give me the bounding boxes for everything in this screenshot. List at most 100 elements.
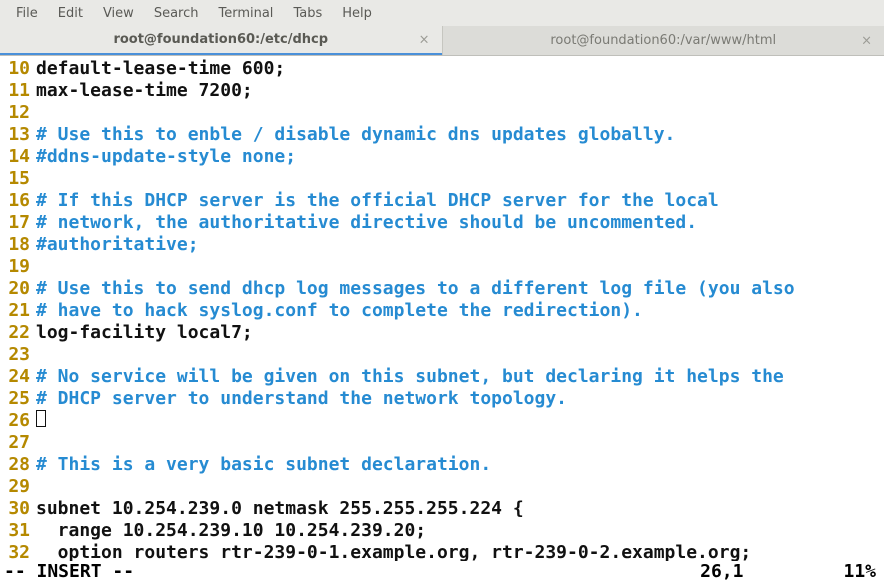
code-content: # No service will be given on this subne… bbox=[36, 366, 884, 388]
comment-text: #authoritative; bbox=[36, 234, 199, 255]
menu-help[interactable]: Help bbox=[332, 2, 382, 25]
code-text: option routers rtr-239-0-1.example.org, … bbox=[36, 542, 751, 563]
code-text: subnet 10.254.239.0 netmask 255.255.255.… bbox=[36, 498, 524, 519]
tab-var-www-html[interactable]: root@foundation60:/var/www/html × bbox=[443, 26, 884, 55]
line-number: 11 bbox=[0, 80, 36, 102]
code-line: 12 bbox=[0, 102, 884, 124]
menu-view[interactable]: View bbox=[93, 2, 144, 25]
code-line: 28# This is a very basic subnet declarat… bbox=[0, 454, 884, 476]
code-content: range 10.254.239.10 10.254.239.20; bbox=[36, 520, 884, 542]
code-line: 18#authoritative; bbox=[0, 234, 884, 256]
code-line: 14#ddns-update-style none; bbox=[0, 146, 884, 168]
tab-etc-dhcp[interactable]: root@foundation60:/etc/dhcp × bbox=[0, 26, 442, 55]
comment-text: # This is a very basic subnet declaratio… bbox=[36, 454, 491, 475]
comment-text: # DHCP server to understand the network … bbox=[36, 388, 567, 409]
editor-lines: 10default-lease-time 600;11max-lease-tim… bbox=[0, 58, 884, 564]
code-content: # Use this to enble / disable dynamic dn… bbox=[36, 124, 884, 146]
code-content bbox=[36, 344, 884, 366]
line-number: 20 bbox=[0, 278, 36, 300]
line-number: 19 bbox=[0, 256, 36, 278]
menu-file[interactable]: File bbox=[6, 2, 48, 25]
code-content bbox=[36, 102, 884, 124]
line-number: 21 bbox=[0, 300, 36, 322]
tabbar: root@foundation60:/etc/dhcp × root@found… bbox=[0, 26, 884, 56]
code-content bbox=[36, 168, 884, 190]
code-content: log-facility local7; bbox=[36, 322, 884, 344]
code-content bbox=[36, 256, 884, 278]
code-line: 31 range 10.254.239.10 10.254.239.20; bbox=[0, 520, 884, 542]
menubar: File Edit View Search Terminal Tabs Help bbox=[0, 0, 884, 26]
line-number: 15 bbox=[0, 168, 36, 190]
line-number: 10 bbox=[0, 58, 36, 80]
code-content: # have to hack syslog.conf to complete t… bbox=[36, 300, 884, 322]
line-number: 24 bbox=[0, 366, 36, 388]
menu-search[interactable]: Search bbox=[144, 2, 209, 25]
code-text: range 10.254.239.10 10.254.239.20; bbox=[36, 520, 426, 541]
code-content: max-lease-time 7200; bbox=[36, 80, 884, 102]
code-line: 30subnet 10.254.239.0 netmask 255.255.25… bbox=[0, 498, 884, 520]
code-text: max-lease-time 7200; bbox=[36, 80, 253, 101]
code-line: 29 bbox=[0, 476, 884, 498]
comment-text: # have to hack syslog.conf to complete t… bbox=[36, 300, 643, 321]
line-number: 30 bbox=[0, 498, 36, 520]
code-content: # Use this to send dhcp log messages to … bbox=[36, 278, 884, 300]
menu-edit[interactable]: Edit bbox=[48, 2, 93, 25]
code-line: 13# Use this to enble / disable dynamic … bbox=[0, 124, 884, 146]
line-number: 12 bbox=[0, 102, 36, 124]
comment-text: #ddns-update-style none; bbox=[36, 146, 296, 167]
code-content: #ddns-update-style none; bbox=[36, 146, 884, 168]
code-line: 22log-facility local7; bbox=[0, 322, 884, 344]
code-content: # network, the authoritative directive s… bbox=[36, 212, 884, 234]
line-number: 17 bbox=[0, 212, 36, 234]
line-number: 25 bbox=[0, 388, 36, 410]
code-text: default-lease-time 600; bbox=[36, 58, 285, 79]
code-content bbox=[36, 476, 884, 498]
code-line: 23 bbox=[0, 344, 884, 366]
code-content: subnet 10.254.239.0 netmask 255.255.255.… bbox=[36, 498, 884, 520]
statusbar: -- INSERT -- 26,1 11% bbox=[0, 561, 884, 583]
line-number: 31 bbox=[0, 520, 36, 542]
code-text: log-facility local7; bbox=[36, 322, 253, 343]
code-line: 11max-lease-time 7200; bbox=[0, 80, 884, 102]
line-number: 22 bbox=[0, 322, 36, 344]
code-content: default-lease-time 600; bbox=[36, 58, 884, 80]
code-content: # If this DHCP server is the official DH… bbox=[36, 190, 884, 212]
line-number: 27 bbox=[0, 432, 36, 454]
code-line: 25# DHCP server to understand the networ… bbox=[0, 388, 884, 410]
comment-text: # If this DHCP server is the official DH… bbox=[36, 190, 719, 211]
line-number: 14 bbox=[0, 146, 36, 168]
code-content: # This is a very basic subnet declaratio… bbox=[36, 454, 884, 476]
code-line: 17# network, the authoritative directive… bbox=[0, 212, 884, 234]
menu-tabs[interactable]: Tabs bbox=[283, 2, 332, 25]
code-content bbox=[36, 410, 884, 432]
code-line: 24# No service will be given on this sub… bbox=[0, 366, 884, 388]
comment-text: # network, the authoritative directive s… bbox=[36, 212, 697, 233]
code-content: # DHCP server to understand the network … bbox=[36, 388, 884, 410]
line-number: 13 bbox=[0, 124, 36, 146]
editor-area[interactable]: 10default-lease-time 600;11max-lease-tim… bbox=[0, 56, 884, 583]
line-number: 16 bbox=[0, 190, 36, 212]
code-line: 27 bbox=[0, 432, 884, 454]
close-icon[interactable]: × bbox=[419, 32, 430, 47]
code-line: 21# have to hack syslog.conf to complete… bbox=[0, 300, 884, 322]
line-number: 18 bbox=[0, 234, 36, 256]
close-icon[interactable]: × bbox=[861, 33, 872, 48]
vim-mode: -- INSERT -- bbox=[4, 561, 134, 583]
line-number: 23 bbox=[0, 344, 36, 366]
cursor-position: 26,1 bbox=[700, 561, 743, 583]
cursor bbox=[36, 410, 46, 427]
tab-label: root@foundation60:/var/www/html bbox=[550, 33, 776, 48]
tab-label: root@foundation60:/etc/dhcp bbox=[113, 32, 328, 47]
code-content: #authoritative; bbox=[36, 234, 884, 256]
code-content bbox=[36, 432, 884, 454]
comment-text: # Use this to send dhcp log messages to … bbox=[36, 278, 795, 299]
code-line: 26 bbox=[0, 410, 884, 432]
menu-terminal[interactable]: Terminal bbox=[208, 2, 283, 25]
scroll-percent: 11% bbox=[843, 561, 876, 583]
comment-text: # No service will be given on this subne… bbox=[36, 366, 784, 387]
code-line: 16# If this DHCP server is the official … bbox=[0, 190, 884, 212]
line-number: 28 bbox=[0, 454, 36, 476]
code-line: 15 bbox=[0, 168, 884, 190]
comment-text: # Use this to enble / disable dynamic dn… bbox=[36, 124, 675, 145]
code-line: 10default-lease-time 600; bbox=[0, 58, 884, 80]
